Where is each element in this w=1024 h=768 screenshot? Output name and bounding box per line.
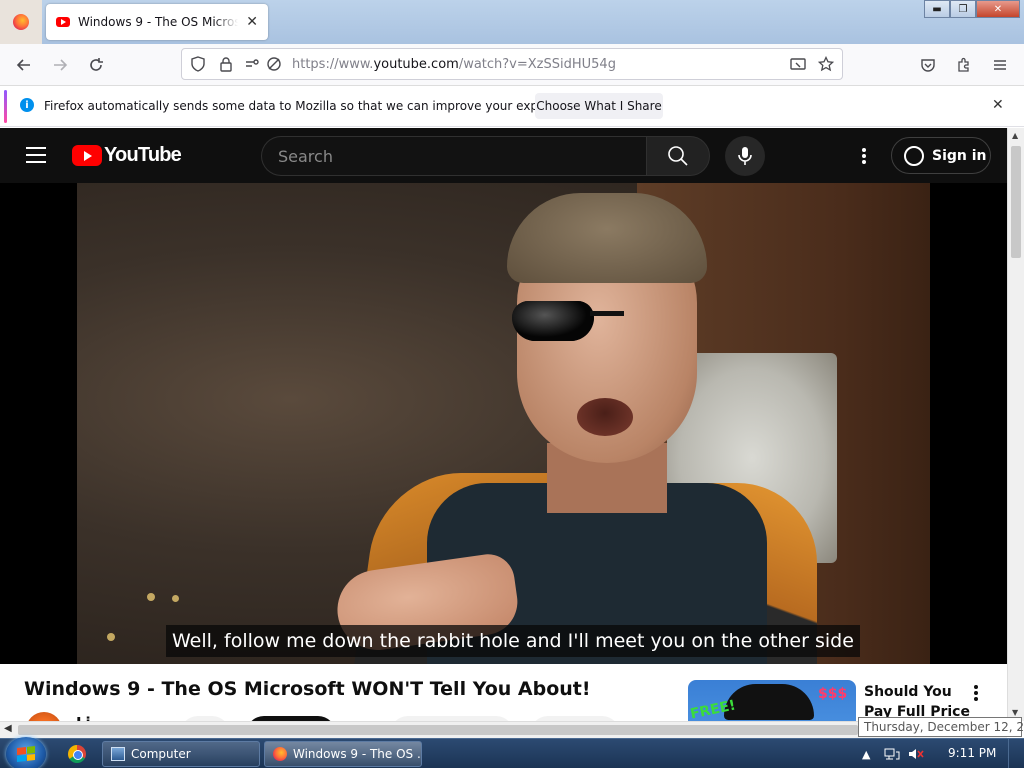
search-placeholder: Search (278, 147, 333, 166)
screen: Windows 9 - The OS Microsoft ✕ ▬ ❐ ✕ (0, 0, 1024, 768)
tab-title: Windows 9 - The OS Microsoft (78, 15, 238, 29)
show-desktop-button[interactable] (1008, 739, 1024, 768)
pocket-icon (921, 59, 935, 72)
shield-icon[interactable] (188, 54, 208, 74)
chrome-taskbar-icon[interactable] (68, 745, 86, 763)
taskbar-clock[interactable]: 9:11 PM (948, 746, 996, 760)
microphone-icon (738, 147, 752, 165)
forward-button[interactable] (47, 53, 73, 77)
permissions-icon[interactable] (242, 54, 262, 74)
horizontal-scroll-thumb[interactable] (18, 725, 858, 735)
search-input[interactable]: Search (261, 136, 647, 176)
video-scene-light (172, 595, 179, 602)
browser-tab-active[interactable]: Windows 9 - The OS Microsoft ✕ (46, 4, 268, 40)
reload-icon (90, 58, 103, 71)
vertical-scroll-thumb[interactable] (1011, 146, 1021, 258)
scroll-left-icon[interactable]: ◀ (4, 723, 12, 734)
date-tooltip: Thursday, December 12, 2024 (858, 717, 1024, 737)
firefox-icon (273, 747, 287, 761)
close-window-button[interactable]: ✕ (976, 0, 1020, 18)
firefox-logo-icon (13, 14, 29, 30)
volume-muted-icon[interactable] (908, 747, 925, 761)
extensions-button[interactable] (951, 53, 977, 77)
sign-in-label: Sign in (932, 147, 987, 164)
autoplay-blocked-icon[interactable] (264, 54, 284, 74)
video-scene-person (247, 183, 817, 664)
choose-what-i-share-button[interactable]: Choose What I Share (535, 93, 663, 119)
horizontal-scrollbar[interactable]: ◀ (0, 721, 1007, 738)
maximize-button[interactable]: ❐ (950, 0, 976, 18)
taskbar-item-label: Computer (131, 747, 191, 761)
taskbar-item-firefox[interactable]: Windows 9 - The OS ... (264, 741, 422, 767)
youtube-favicon-icon (56, 17, 70, 27)
thumbnail-pirate-hat (724, 684, 814, 720)
taskbar-item-computer[interactable]: Computer (102, 741, 260, 767)
youtube-page: YouTube Search Sign in Well, follow me d… (0, 128, 1008, 732)
back-icon (16, 59, 30, 71)
notification-accent (4, 90, 7, 123)
browser-tab-strip: Windows 9 - The OS Microsoft ✕ ▬ ❐ ✕ (0, 0, 1024, 44)
mouth (577, 398, 633, 436)
pocket-button[interactable] (915, 53, 941, 77)
data-collection-notification: i Firefox automatically sends some data … (0, 86, 1024, 127)
url-bar[interactable]: https://www.youtube.com/watch?v=XzSSidHU… (181, 48, 843, 80)
hair (507, 193, 707, 283)
sunglasses (512, 301, 702, 343)
scroll-down-icon[interactable]: ▼ (1012, 708, 1018, 717)
youtube-masthead: YouTube Search Sign in (0, 128, 1008, 183)
reader-view-icon[interactable] (788, 54, 808, 74)
app-menu-button[interactable] (987, 53, 1013, 77)
minimize-button[interactable]: ▬ (924, 0, 950, 18)
firefox-view-button[interactable] (0, 0, 42, 44)
forward-icon (54, 59, 68, 71)
voice-search-button[interactable] (725, 136, 765, 176)
guide-menu-icon[interactable] (26, 147, 46, 163)
window-controls: ▬ ❐ ✕ (924, 0, 1020, 18)
video-scene-light (107, 633, 115, 641)
video-caption: Well, follow me down the rabbit hole and… (166, 625, 860, 657)
thumbnail-text-right: $$$ (818, 686, 848, 702)
youtube-wordmark: YouTube (104, 144, 182, 166)
bookmark-star-icon[interactable] (816, 54, 836, 74)
windows-logo-icon (17, 746, 35, 762)
video-frame[interactable] (77, 183, 930, 664)
notification-close-icon[interactable]: ✕ (992, 97, 1004, 113)
system-tray: ▲ (862, 745, 925, 763)
back-button[interactable] (11, 53, 37, 77)
taskbar-item-label: Windows 9 - The OS ... (293, 747, 422, 761)
windows-taskbar: Computer Windows 9 - The OS ... ▲ 9:11 P… (0, 737, 1024, 768)
sign-in-button[interactable]: Sign in (891, 137, 991, 174)
vertical-scrollbar[interactable]: ▲ ▼ (1007, 128, 1024, 721)
url-text[interactable]: https://www.youtube.com/watch?v=XzSSidHU… (292, 57, 616, 72)
video-player[interactable]: Well, follow me down the rabbit hole and… (0, 183, 1008, 664)
youtube-play-icon (72, 145, 102, 166)
search-icon (668, 146, 688, 166)
show-hidden-icons-icon[interactable]: ▲ (862, 748, 870, 761)
youtube-logo[interactable]: YouTube (72, 144, 182, 167)
notification-message: Firefox automatically sends some data to… (44, 99, 587, 113)
reload-button[interactable] (83, 53, 109, 77)
account-icon (904, 145, 924, 166)
info-icon: i (20, 98, 34, 112)
search-button[interactable] (646, 136, 710, 176)
start-button[interactable] (6, 737, 46, 768)
navigation-toolbar: https://www.youtube.com/watch?v=XzSSidHU… (0, 44, 1024, 86)
network-icon[interactable] (884, 747, 900, 761)
video-scene-light (147, 593, 155, 601)
extensions-icon (958, 57, 969, 72)
scroll-up-icon[interactable]: ▲ (1012, 131, 1018, 140)
computer-icon (111, 747, 125, 761)
recommended-more-icon[interactable] (972, 684, 980, 702)
settings-more-icon[interactable] (852, 144, 876, 168)
tab-close-icon[interactable]: ✕ (246, 14, 258, 30)
lock-icon[interactable] (216, 54, 236, 74)
menu-icon (994, 60, 1006, 70)
video-title: Windows 9 - The OS Microsoft WON'T Tell … (24, 678, 591, 700)
